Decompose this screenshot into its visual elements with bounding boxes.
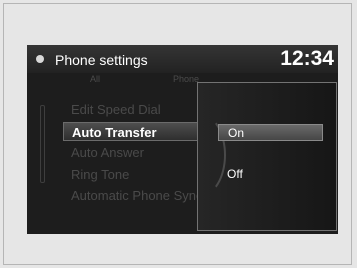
auto-transfer-popup: On Off bbox=[197, 82, 337, 231]
phone-settings-screen: Phone settings 12:34 All Phone Edit Spee… bbox=[27, 45, 338, 234]
option-off[interactable]: Off bbox=[218, 166, 323, 183]
figure-frame: Phone settings 12:34 All Phone Edit Spee… bbox=[3, 3, 352, 265]
option-on[interactable]: On bbox=[218, 124, 323, 141]
